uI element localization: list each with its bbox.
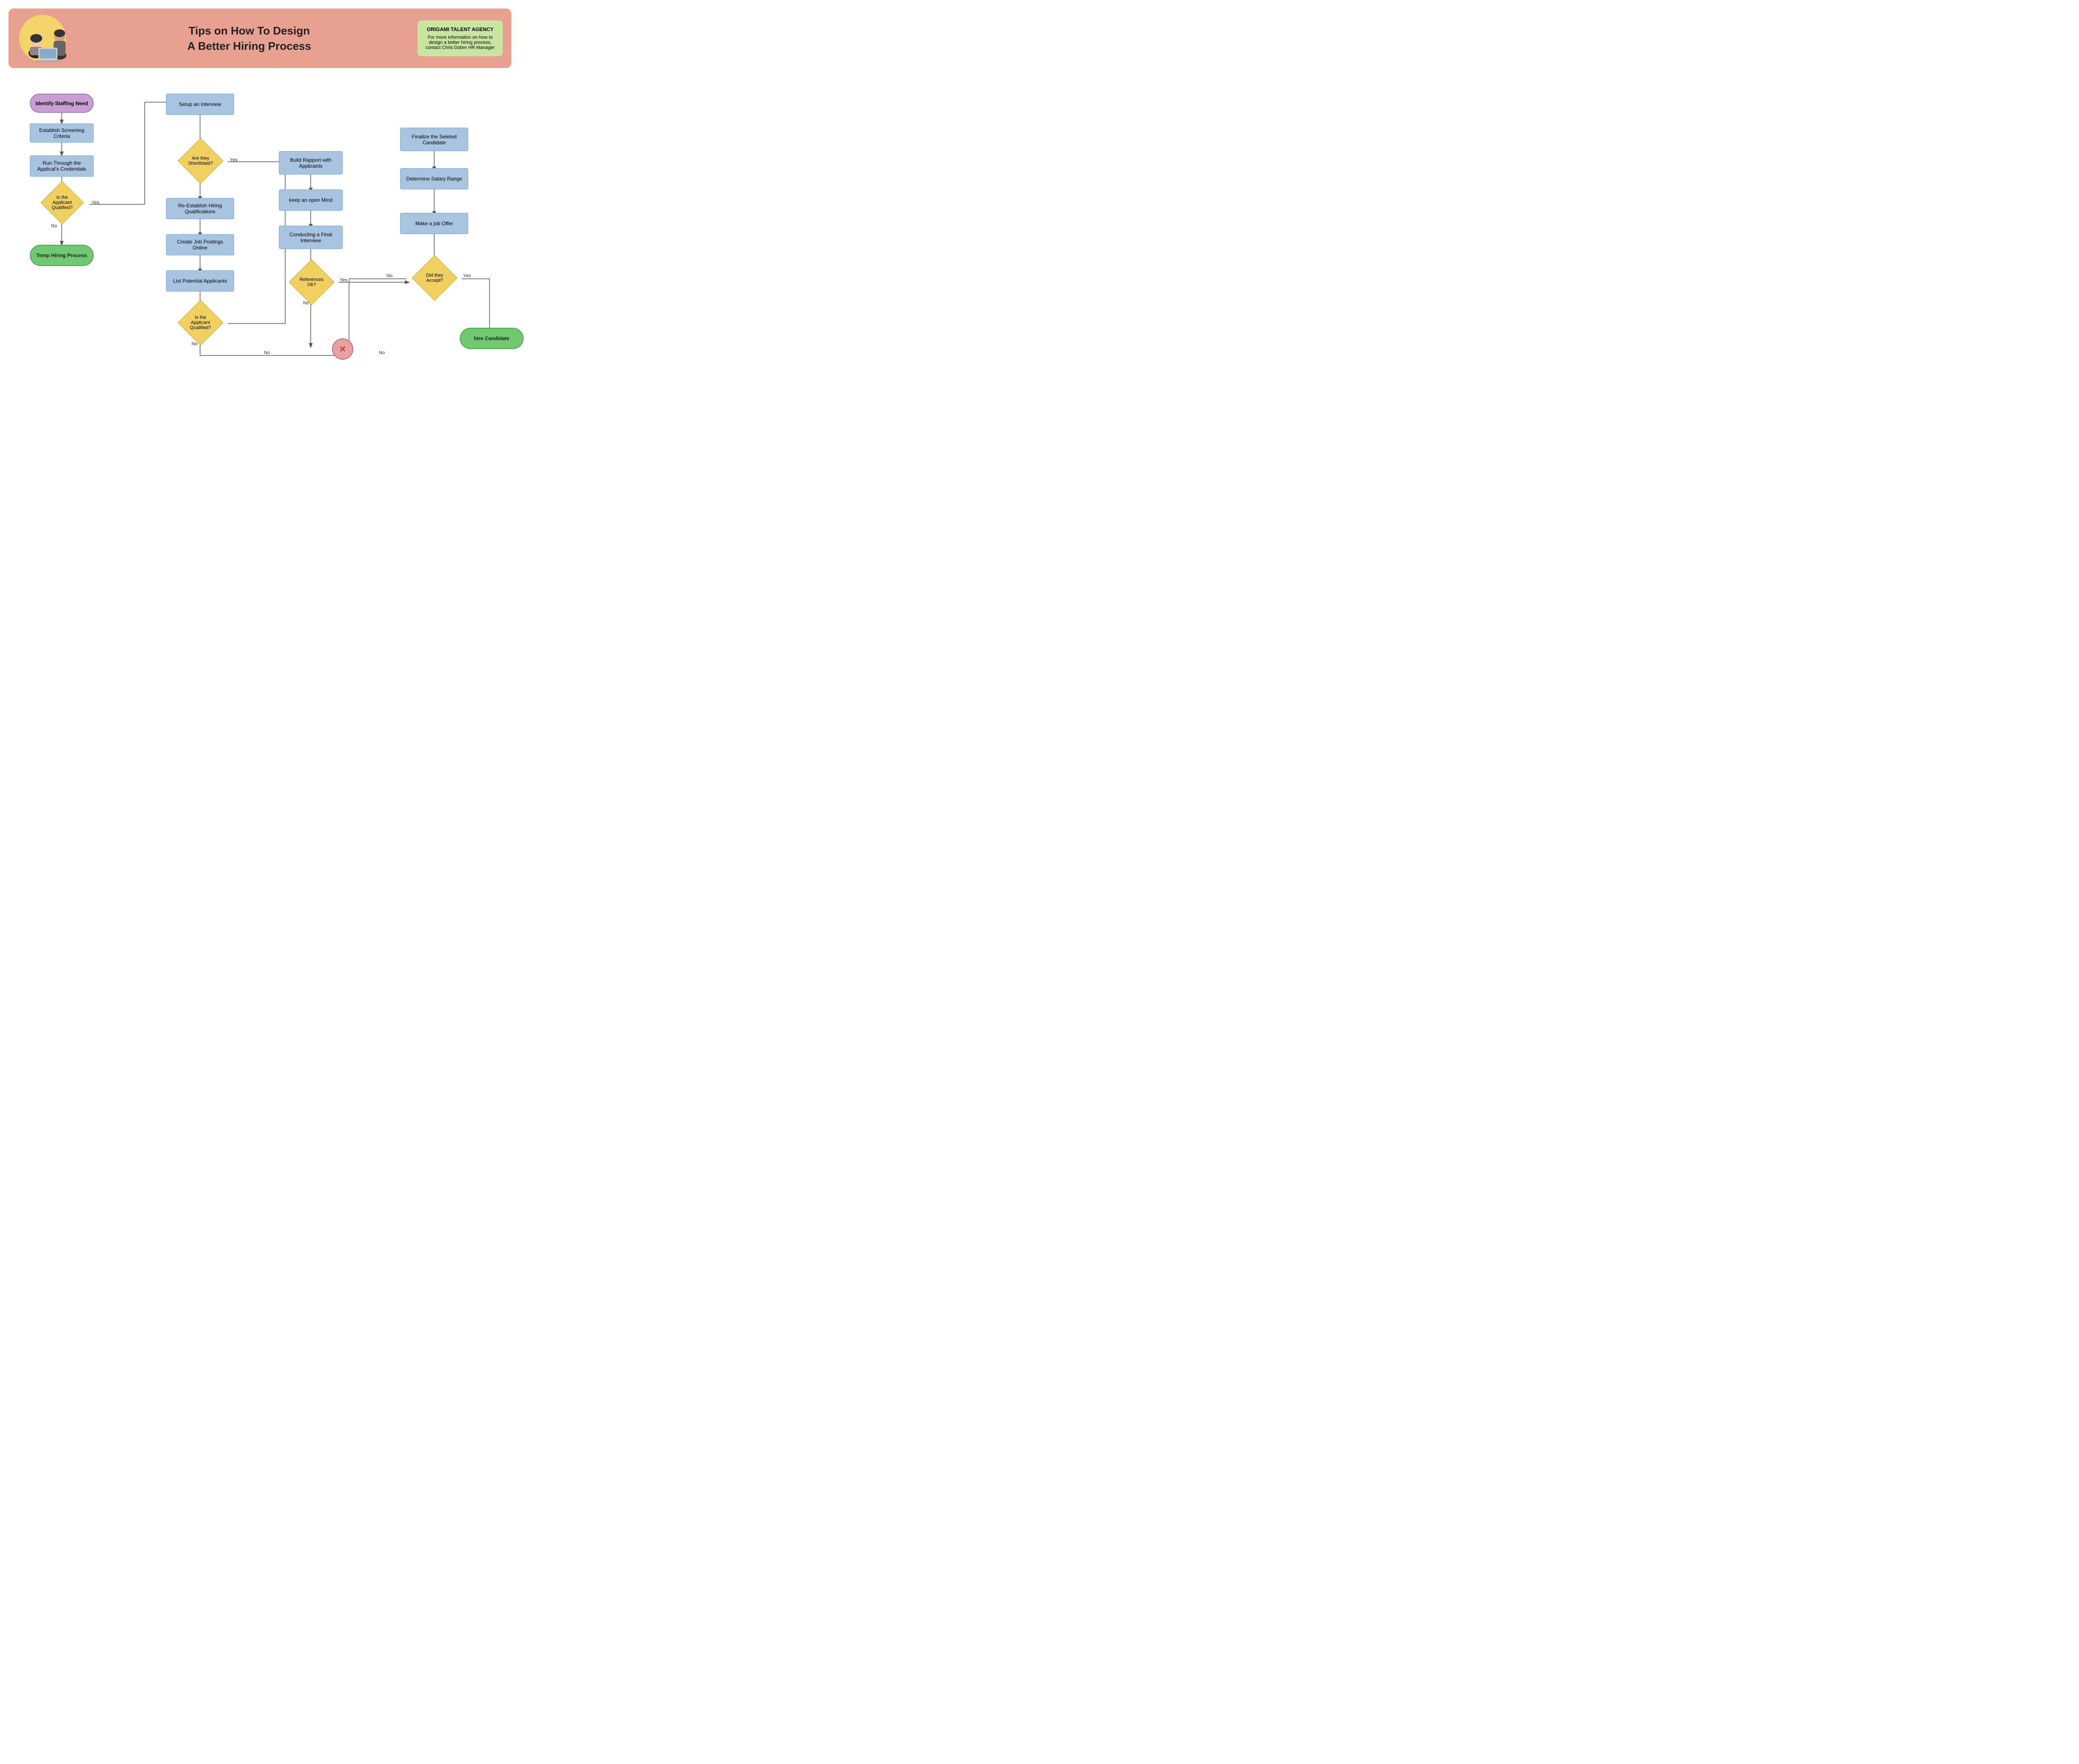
- yes-label-references: Yes: [340, 278, 347, 283]
- terminate-circle: ✕: [332, 338, 353, 360]
- no-label-references: No: [303, 301, 309, 306]
- final-interview: Conducting a Final Interview: [279, 226, 343, 249]
- setup-interview: Setup an Interview: [166, 94, 234, 115]
- flowchart: Identify Staffing Need Establish Screeni…: [9, 77, 511, 447]
- references-ok: References Ok?: [289, 259, 334, 305]
- header-title: Tips on How To Design A Better Hiring Pr…: [89, 23, 409, 54]
- is-applicant-qualified-2: Is the Applicant Qualified?: [178, 300, 223, 345]
- make-job-offer: Make a job Offer: [400, 213, 468, 234]
- did-they-accept: Did they Accept?: [412, 255, 457, 301]
- yes-label-1: Yes: [92, 200, 99, 205]
- info-description: For more information on how to design a …: [424, 35, 496, 50]
- are-they-shortlisted: Are they Shortlisted?: [178, 138, 223, 183]
- finalize-candidate: Finalize the Seleted Candidate: [400, 128, 468, 151]
- reestablish-qualifications: Re-Establish Hiring Qualifications: [166, 198, 234, 219]
- yes-label-shortlisted: Yes: [230, 158, 238, 163]
- temp-hiring-process: Temp Hiring Process: [30, 245, 94, 266]
- no-label-accepted: No: [387, 273, 392, 278]
- is-applicant-qualified-1: Is the Applicant Qualified?: [40, 181, 84, 224]
- list-potential-applicants: List Potential Applicants: [166, 270, 234, 292]
- identify-staffing-need: Identify Staffing Need: [30, 94, 94, 113]
- determine-salary: Determine Salary Range: [400, 168, 468, 189]
- yes-label-accepted: Yes: [463, 273, 471, 278]
- run-through-credentials: Run Through the Applicat's Credentials: [30, 155, 94, 177]
- header-illustration: [17, 13, 81, 64]
- build-rapport: Build Rapport with Applicants: [279, 151, 343, 175]
- no-label-bottom-left: No: [264, 350, 270, 355]
- keep-open-mind: keep an open Mind: [279, 189, 343, 211]
- hire-candidate: hire Candidate: [460, 328, 524, 349]
- company-name: ORIGAMI TALENT AGENCY: [424, 26, 496, 32]
- info-box: ORIGAMI TALENT AGENCY For more informati…: [418, 20, 503, 56]
- header: Tips on How To Design A Better Hiring Pr…: [9, 9, 511, 68]
- no-label-2: No: [192, 341, 198, 346]
- no-label-1: No: [51, 223, 57, 229]
- establish-screening-criteria: Establish Screening Criteria: [30, 123, 94, 143]
- create-job-postings: Create Job Postings Online: [166, 234, 234, 255]
- no-label-bottom-right: No: [379, 350, 385, 355]
